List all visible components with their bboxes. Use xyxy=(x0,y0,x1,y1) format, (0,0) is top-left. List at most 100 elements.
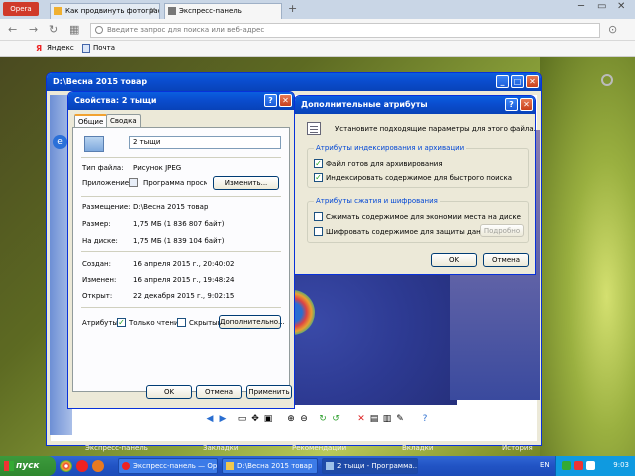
address-bar: ← → ↻ ▦ Введите запрос для поиска или ве… xyxy=(0,19,635,41)
save-icon[interactable]: ▥ xyxy=(382,414,392,424)
speaker-icon[interactable] xyxy=(586,461,595,470)
back-icon[interactable]: ← xyxy=(8,23,17,36)
viewer-app-icon xyxy=(129,178,138,187)
firefox-icon[interactable] xyxy=(92,460,104,472)
advanced-title: Дополнительные атрибуты xyxy=(301,100,428,109)
readonly-checkbox[interactable]: ✓ xyxy=(117,318,126,327)
attributes-label: Атрибуты: xyxy=(82,319,121,327)
recommendations-link[interactable]: Рекомендации xyxy=(292,444,346,452)
attributes-icon xyxy=(307,122,321,135)
opera-icon[interactable] xyxy=(76,460,88,472)
opera-icon xyxy=(122,462,130,470)
slideshow-icon[interactable]: ▣ xyxy=(263,414,273,424)
filename-field[interactable]: 2 тыщи xyxy=(129,136,281,149)
folder-icon xyxy=(226,462,234,470)
archive-checkbox[interactable]: ✓ xyxy=(314,159,323,168)
actual-size-icon[interactable]: ✥ xyxy=(250,414,260,424)
details-button[interactable]: Подробно xyxy=(480,224,524,237)
opera-menu-button[interactable]: Opera xyxy=(3,2,39,16)
indexing-group-label: Атрибуты индексирования и архивации xyxy=(314,144,467,152)
taskbar-item-folder[interactable]: D:\Весна 2015 товар xyxy=(222,458,318,474)
index-checkbox[interactable]: ✓ xyxy=(314,173,323,182)
viewer-minimize-button[interactable]: _ xyxy=(496,75,509,88)
delete-icon[interactable]: ✕ xyxy=(356,414,366,424)
encrypt-checkbox[interactable] xyxy=(314,227,323,236)
tab-promote-photo[interactable]: Как продвинуть фотограф ✕ xyxy=(50,3,160,19)
advanced-button[interactable]: Дополнительно... xyxy=(219,315,285,329)
settings-gear-icon[interactable] xyxy=(601,74,613,86)
tab-general[interactable]: Общие xyxy=(74,114,108,128)
zoom-in-icon[interactable]: ⊕ xyxy=(286,414,296,424)
file-image-icon xyxy=(84,136,104,152)
tab-speed-dial[interactable]: Экспресс-панель xyxy=(164,3,282,19)
speed-dial-icon[interactable]: ▦ xyxy=(69,23,79,36)
print-icon[interactable]: ▤ xyxy=(369,414,379,424)
address-input[interactable]: Введите запрос для поиска или веб-адрес xyxy=(90,23,600,38)
created-value: 16 апреля 2015 г., 20:40:02 xyxy=(133,260,235,268)
tabs-link[interactable]: Вкладки xyxy=(402,444,433,452)
bookmark-yandex[interactable]: Я Яндекс xyxy=(36,43,74,54)
tray-icon[interactable] xyxy=(562,461,571,470)
viewer-maximize-button[interactable]: □ xyxy=(511,75,524,88)
advanced-close-button[interactable]: ✕ xyxy=(520,98,533,111)
download-icon[interactable]: ⊙ xyxy=(608,23,617,36)
rotate-ccw-icon[interactable]: ↺ xyxy=(331,414,341,424)
bookmarks-link[interactable]: Закладки xyxy=(203,444,238,452)
reload-icon[interactable]: ↻ xyxy=(49,23,58,36)
bookmark-mail[interactable]: Почта xyxy=(82,43,115,54)
help-icon[interactable]: ? xyxy=(420,414,430,424)
maximize-icon[interactable]: ▭ xyxy=(597,1,606,12)
advanced-cancel-button[interactable]: Отмена xyxy=(483,253,529,267)
fit-icon[interactable]: ▭ xyxy=(237,414,247,424)
advanced-body: Установите подходящие параметры для этог… xyxy=(299,118,536,270)
advanced-help-button[interactable]: ? xyxy=(505,98,518,111)
cancel-button[interactable]: Отмена xyxy=(196,385,242,399)
viewer-close-button[interactable]: ✕ xyxy=(526,75,539,88)
compress-checkbox[interactable] xyxy=(314,212,323,221)
change-button[interactable]: Изменить... xyxy=(213,176,279,190)
compression-group: Атрибуты сжатия и шифрования Сжимать сод… xyxy=(307,197,529,243)
page-icon xyxy=(54,7,62,15)
readonly-label: Только чтение xyxy=(129,319,183,327)
advanced-ok-button[interactable]: OK xyxy=(431,253,477,267)
windows-flag-icon xyxy=(4,461,14,471)
properties-close-button[interactable]: ✕ xyxy=(279,94,292,107)
tray-icon[interactable] xyxy=(574,461,583,470)
disk-size-label: На диске: xyxy=(82,237,118,245)
system-tray: 9:03 xyxy=(555,456,635,476)
close-tab-icon[interactable]: ✕ xyxy=(149,4,156,18)
opened-value: 22 декабря 2015 г., 9:02:15 xyxy=(133,292,235,300)
language-indicator[interactable]: EN xyxy=(540,461,550,469)
speed-dial-link[interactable]: Экспресс-панель xyxy=(85,444,148,452)
start-button[interactable]: пуск xyxy=(0,456,56,476)
location-value: D:\Весна 2015 товар xyxy=(133,203,209,211)
archive-label: Файл готов для архивирования xyxy=(326,160,443,168)
zoom-out-icon[interactable]: ⊖ xyxy=(299,414,309,424)
size-label: Размер: xyxy=(82,220,111,228)
rotate-cw-icon[interactable]: ↻ xyxy=(318,414,328,424)
properties-body: Общие Сводка 2 тыщи Тип файла: Рисунок J… xyxy=(72,114,292,404)
forward-icon[interactable]: → xyxy=(29,23,38,36)
apply-button[interactable]: Применить xyxy=(246,385,292,399)
taskbar-item-viewer[interactable]: 2 тыщи - Программа... xyxy=(322,458,418,474)
edit-icon[interactable]: ✎ xyxy=(395,414,405,424)
new-tab-button[interactable]: + xyxy=(288,2,297,15)
close-icon[interactable]: ✕ xyxy=(617,1,625,12)
properties-help-button[interactable]: ? xyxy=(264,94,277,107)
minimize-icon[interactable]: ─ xyxy=(578,1,584,12)
hidden-checkbox[interactable] xyxy=(177,318,186,327)
general-panel: 2 тыщи Тип файла: Рисунок JPEG Приложени… xyxy=(72,127,290,392)
tab-summary[interactable]: Сводка xyxy=(106,114,141,127)
advanced-description: Установите подходящие параметры для этог… xyxy=(335,125,536,133)
history-link[interactable]: История xyxy=(502,444,533,452)
ok-button[interactable]: OK xyxy=(146,385,192,399)
type-label: Тип файла: xyxy=(82,164,124,172)
next-icon[interactable]: ▶ xyxy=(218,414,228,424)
browser-tabbar: Opera Как продвинуть фотограф ✕ Экспресс… xyxy=(0,0,635,19)
taskbar-item-opera[interactable]: Экспресс-панель — Opera xyxy=(118,458,218,474)
prev-icon[interactable]: ◀ xyxy=(205,414,215,424)
opened-label: Открыт: xyxy=(82,292,113,300)
ie-icon[interactable]: e xyxy=(53,135,67,149)
app-label: Приложение: xyxy=(82,179,132,187)
chrome-icon[interactable] xyxy=(60,460,72,472)
